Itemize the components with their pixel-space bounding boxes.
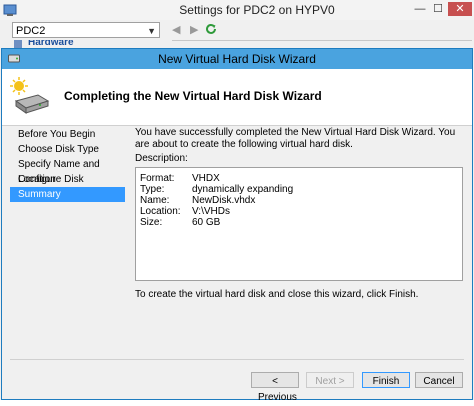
step-specify-name-location[interactable]: Specify Name and Location <box>10 157 125 185</box>
hard-disk-sparkle-icon <box>10 77 50 114</box>
cancel-button[interactable]: Cancel <box>415 372 463 388</box>
table-row: Size: 60 GB <box>140 217 293 228</box>
wizard-title: New Virtual Hard Disk Wizard <box>158 52 316 66</box>
hardware-icon <box>14 40 22 48</box>
previous-button[interactable]: < Previous <box>251 372 299 403</box>
refresh-icon[interactable] <box>204 22 218 36</box>
settings-window-title: Settings for PDC2 on HYPV0 <box>179 3 335 17</box>
new-vhd-wizard-dialog: New Virtual Hard Disk Wizard Completing … <box>1 48 473 403</box>
table-row: Name: NewDisk.vhdx <box>140 195 293 206</box>
vm-selector-value: PDC2 <box>16 25 46 37</box>
close-button[interactable]: ✕ <box>448 2 472 16</box>
description-key: Type: <box>140 184 165 195</box>
description-value: VHDX <box>192 173 220 184</box>
tree-item-hardware[interactable]: Hardware <box>28 40 74 48</box>
description-key: Location: <box>140 206 181 217</box>
description-key: Size: <box>140 217 163 228</box>
table-row: Format: VHDX <box>140 173 293 184</box>
step-choose-disk-type[interactable]: Choose Disk Type <box>10 142 125 157</box>
maximize-button[interactable]: ☐ <box>430 2 446 16</box>
wizard-page-title: Completing the New Virtual Hard Disk Wiz… <box>64 89 322 103</box>
wizard-steps-nav: Before You Begin Choose Disk Type Specif… <box>10 127 125 202</box>
wizard-header: Completing the New Virtual Hard Disk Wiz… <box>2 69 472 126</box>
button-separator <box>10 359 464 360</box>
description-value: V:\VHDs <box>192 206 230 217</box>
description-value: dynamically expanding <box>192 184 294 195</box>
chevron-down-icon: ▼ <box>147 26 156 36</box>
back-arrow-icon[interactable]: ◀ <box>172 24 184 36</box>
description-value: 60 GB <box>192 217 221 228</box>
vm-selector-dropdown[interactable]: PDC2 ▼ <box>12 22 160 38</box>
description-box[interactable]: Format: VHDX Type: dynamically expanding N… <box>135 167 463 281</box>
wizard-titlebar: New Virtual Hard Disk Wizard <box>2 49 472 69</box>
finish-instruction: To create the virtual hard disk and clos… <box>135 289 419 300</box>
forward-arrow-icon[interactable]: ▶ <box>190 24 202 36</box>
description-value: NewDisk.vhdx <box>192 195 256 206</box>
finish-button[interactable]: Finish <box>362 372 410 388</box>
table-row: Type: dynamically expanding <box>140 184 293 195</box>
step-configure-disk[interactable]: Configure Disk <box>10 172 125 187</box>
intro-text: You have successfully completed the New … <box>135 127 456 150</box>
minimize-button[interactable]: — <box>412 2 428 16</box>
description-label: Description: <box>135 153 188 164</box>
table-row: Location: V:\VHDs <box>140 206 293 217</box>
step-before-you-begin[interactable]: Before You Begin <box>10 127 125 142</box>
settings-titlebar: Settings for PDC2 on HYPV0 — ☐ ✕ <box>0 0 474 21</box>
hardware-tree: Hardware <box>12 40 162 48</box>
description-key: Name: <box>140 195 170 206</box>
description-table: Format: VHDX Type: dynamically expanding N… <box>140 173 293 228</box>
step-summary[interactable]: Summary <box>10 187 125 202</box>
summary-content: You have successfully completed the New … <box>135 127 465 300</box>
next-button[interactable]: Next > <box>306 372 354 388</box>
description-key: Format: <box>140 173 175 184</box>
